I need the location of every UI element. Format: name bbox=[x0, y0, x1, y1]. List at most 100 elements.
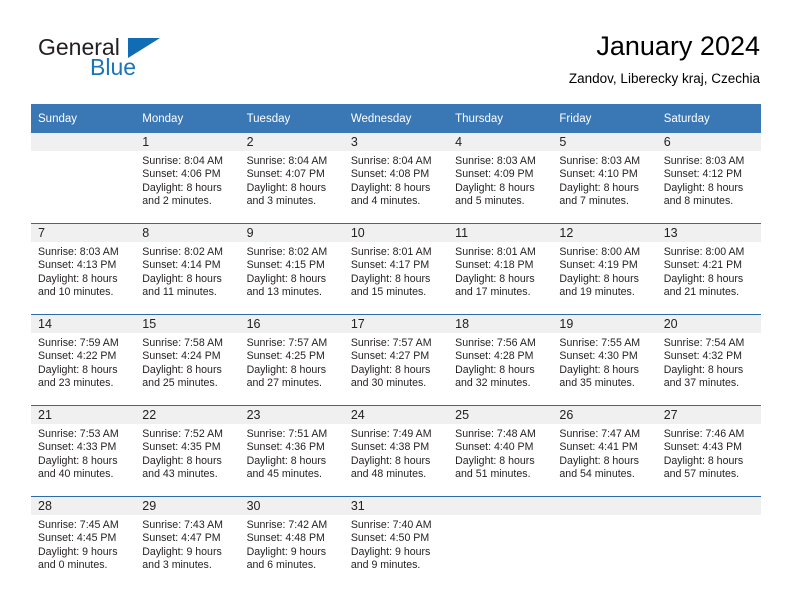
calendar-day-cell[interactable]: 2 Sunrise: 8:04 AM Sunset: 4:07 PM Daylight… bbox=[239, 133, 344, 224]
sunrise-text: Sunrise: 7:47 AM bbox=[559, 428, 641, 440]
day-number bbox=[656, 497, 761, 515]
calendar-day-cell[interactable]: 11 Sunrise: 8:01 AM Sunset: 4:18 PM Dayligh… bbox=[448, 223, 553, 315]
calendar-day-cell[interactable]: 13 Sunrise: 8:00 AM Sunset: 4:21 PM Dayligh… bbox=[656, 223, 761, 315]
day-cell-inner: 20 Sunrise: 7:54 AM Sunset: 4:32 PM Dayligh… bbox=[656, 315, 761, 405]
daylight-text-line1: Daylight: 8 hours bbox=[663, 363, 744, 376]
calendar-day-cell[interactable]: 31 Sunrise: 7:40 AM Sunset: 4:50 PM Dayligh… bbox=[343, 496, 449, 587]
day-cell-inner: 11 Sunrise: 8:01 AM Sunset: 4:18 PM Dayligh… bbox=[448, 224, 553, 314]
calendar-day-cell[interactable]: 17 Sunrise: 7:57 AM Sunset: 4:27 PM Dayligh… bbox=[343, 314, 449, 406]
calendar-day-cell[interactable]: 22 Sunrise: 7:52 AM Sunset: 4:35 PM Dayligh… bbox=[135, 405, 240, 497]
daylight-text-line2: and 37 minutes. bbox=[663, 377, 740, 390]
daylight-text-line2: and 48 minutes. bbox=[350, 468, 427, 481]
day-cell-inner: 12 Sunrise: 8:00 AM Sunset: 4:19 PM Dayligh… bbox=[552, 224, 657, 314]
day-cell-inner: 22 Sunrise: 7:52 AM Sunset: 4:35 PM Dayligh… bbox=[135, 406, 240, 496]
calendar-day-cell[interactable]: 27 Sunrise: 7:46 AM Sunset: 4:43 PM Dayligh… bbox=[656, 405, 761, 497]
daylight-text-line1: Daylight: 8 hours bbox=[38, 454, 118, 467]
day-cell-inner: 17 Sunrise: 7:57 AM Sunset: 4:27 PM Dayligh… bbox=[343, 315, 449, 405]
day-cell-inner bbox=[448, 497, 553, 587]
sunset-text: Sunset: 4:10 PM bbox=[559, 168, 638, 181]
sunset-text: Sunset: 4:07 PM bbox=[246, 168, 325, 181]
calendar-day-cell[interactable]: 8 Sunrise: 8:02 AM Sunset: 4:14 PM Daylight… bbox=[135, 223, 240, 315]
sunrise-text: Sunrise: 8:04 AM bbox=[142, 155, 223, 167]
sunset-text: Sunset: 4:25 PM bbox=[246, 350, 325, 363]
calendar-day-cell[interactable]: 3 Sunrise: 8:04 AM Sunset: 4:08 PM Daylight… bbox=[343, 133, 449, 224]
weekday-header-monday: Monday bbox=[135, 104, 240, 133]
daylight-text-line1: Daylight: 9 hours bbox=[246, 545, 327, 558]
sunrise-text: Sunrise: 7:56 AM bbox=[455, 337, 536, 349]
daylight-text-line2: and 30 minutes. bbox=[350, 377, 427, 390]
sunrise-text: Sunrise: 8:02 AM bbox=[246, 246, 328, 258]
sunrise-text: Sunrise: 8:04 AM bbox=[350, 155, 432, 167]
day-details: Sunrise: 8:03 AM Sunset: 4:09 PM Daylight:… bbox=[448, 151, 552, 209]
calendar-day-cell[interactable]: 6 Sunrise: 8:03 AM Sunset: 4:12 PM Daylight… bbox=[656, 133, 761, 224]
calendar-day-cell[interactable]: 16 Sunrise: 7:57 AM Sunset: 4:25 PM Dayligh… bbox=[239, 314, 344, 406]
daylight-text-line1: Daylight: 9 hours bbox=[38, 545, 118, 558]
daylight-text-line2: and 43 minutes. bbox=[142, 468, 218, 481]
calendar-day-cell[interactable]: 30 Sunrise: 7:42 AM Sunset: 4:48 PM Dayligh… bbox=[239, 496, 344, 587]
calendar-day-cell[interactable]: 29 Sunrise: 7:43 AM Sunset: 4:47 PM Dayligh… bbox=[135, 496, 240, 587]
sunset-text: Sunset: 4:43 PM bbox=[663, 441, 743, 454]
calendar-day-cell[interactable]: 18 Sunrise: 7:56 AM Sunset: 4:28 PM Dayligh… bbox=[448, 314, 553, 406]
day-number: 22 bbox=[135, 406, 240, 424]
daylight-text-line2: and 3 minutes. bbox=[246, 195, 317, 208]
day-number bbox=[31, 133, 136, 151]
calendar-day-cell[interactable]: 1 Sunrise: 8:04 AM Sunset: 4:06 PM Daylight… bbox=[135, 133, 240, 224]
weekday-header-thursday: Thursday bbox=[448, 104, 553, 133]
day-number: 18 bbox=[448, 315, 553, 333]
day-cell-inner: 27 Sunrise: 7:46 AM Sunset: 4:43 PM Dayligh… bbox=[656, 406, 761, 496]
day-cell-inner bbox=[552, 497, 657, 587]
calendar-day-cell[interactable]: 5 Sunrise: 8:03 AM Sunset: 4:10 PM Daylight… bbox=[552, 133, 657, 224]
calendar-day-cell[interactable]: 26 Sunrise: 7:47 AM Sunset: 4:41 PM Dayligh… bbox=[552, 405, 657, 497]
calendar-day-cell[interactable]: 15 Sunrise: 7:58 AM Sunset: 4:24 PM Dayligh… bbox=[135, 314, 240, 406]
sunset-text: Sunset: 4:08 PM bbox=[350, 168, 430, 181]
day-number: 30 bbox=[239, 497, 344, 515]
calendar-day-cell[interactable]: 10 Sunrise: 8:01 AM Sunset: 4:17 PM Dayligh… bbox=[343, 223, 449, 315]
day-number: 24 bbox=[343, 406, 449, 424]
day-cell-inner bbox=[656, 497, 761, 587]
daylight-text-line1: Daylight: 9 hours bbox=[350, 545, 431, 558]
calendar-day-cell[interactable]: 9 Sunrise: 8:02 AM Sunset: 4:15 PM Daylight… bbox=[239, 223, 344, 315]
calendar-body: 1 Sunrise: 8:04 AM Sunset: 4:06 PM Daylight… bbox=[31, 133, 761, 587]
day-details: Sunrise: 7:56 AM Sunset: 4:28 PM Daylight:… bbox=[448, 333, 552, 391]
day-cell-inner: 24 Sunrise: 7:49 AM Sunset: 4:38 PM Dayligh… bbox=[343, 406, 449, 496]
sunset-text: Sunset: 4:50 PM bbox=[350, 532, 430, 545]
sunset-text: Sunset: 4:30 PM bbox=[559, 350, 638, 363]
calendar-day-cell[interactable]: 7 Sunrise: 8:03 AM Sunset: 4:13 PM Daylight… bbox=[31, 223, 136, 315]
general-blue-logo[interactable]: General Blue bbox=[32, 34, 222, 90]
daylight-text-line1: Daylight: 8 hours bbox=[663, 454, 744, 467]
day-cell-inner bbox=[31, 133, 136, 223]
sunrise-text: Sunrise: 7:58 AM bbox=[142, 337, 223, 349]
calendar-day-cell[interactable]: 19 Sunrise: 7:55 AM Sunset: 4:30 PM Dayligh… bbox=[552, 314, 657, 406]
sunset-text: Sunset: 4:14 PM bbox=[142, 259, 221, 272]
daylight-text-line1: Daylight: 8 hours bbox=[559, 181, 639, 194]
calendar-day-cell[interactable]: 4 Sunrise: 8:03 AM Sunset: 4:09 PM Daylight… bbox=[448, 133, 553, 224]
daylight-text-line2: and 21 minutes. bbox=[663, 286, 740, 299]
weekday-header-tuesday: Tuesday bbox=[239, 104, 344, 133]
calendar-day-cell-empty bbox=[448, 496, 553, 587]
calendar-day-cell[interactable]: 24 Sunrise: 7:49 AM Sunset: 4:38 PM Dayligh… bbox=[343, 405, 449, 497]
daylight-text-line1: Daylight: 8 hours bbox=[142, 454, 222, 467]
calendar-day-cell[interactable]: 12 Sunrise: 8:00 AM Sunset: 4:19 PM Dayligh… bbox=[552, 223, 657, 315]
daylight-text-line2: and 40 minutes. bbox=[38, 468, 114, 481]
calendar-day-cell[interactable]: 20 Sunrise: 7:54 AM Sunset: 4:32 PM Dayligh… bbox=[656, 314, 761, 406]
day-details: Sunrise: 7:51 AM Sunset: 4:36 PM Daylight:… bbox=[240, 424, 344, 482]
day-details: Sunrise: 7:57 AM Sunset: 4:27 PM Daylight:… bbox=[344, 333, 448, 391]
day-details: Sunrise: 7:54 AM Sunset: 4:32 PM Daylight:… bbox=[657, 333, 761, 391]
sunset-text: Sunset: 4:27 PM bbox=[350, 350, 430, 363]
day-number: 25 bbox=[448, 406, 553, 424]
day-details: Sunrise: 8:00 AM Sunset: 4:21 PM Daylight:… bbox=[657, 242, 761, 300]
calendar-day-cell[interactable]: 25 Sunrise: 7:48 AM Sunset: 4:40 PM Dayligh… bbox=[448, 405, 553, 497]
daylight-text-line2: and 51 minutes. bbox=[455, 468, 531, 481]
sunrise-text: Sunrise: 7:57 AM bbox=[350, 337, 432, 349]
calendar-day-cell[interactable]: 23 Sunrise: 7:51 AM Sunset: 4:36 PM Dayligh… bbox=[239, 405, 344, 497]
daylight-text-line1: Daylight: 8 hours bbox=[455, 454, 535, 467]
calendar-day-cell[interactable]: 28 Sunrise: 7:45 AM Sunset: 4:45 PM Dayligh… bbox=[31, 496, 136, 587]
day-number: 21 bbox=[31, 406, 136, 424]
calendar-week-row: 14 Sunrise: 7:59 AM Sunset: 4:22 PM Dayligh… bbox=[31, 314, 761, 406]
calendar-day-cell[interactable]: 21 Sunrise: 7:53 AM Sunset: 4:33 PM Dayligh… bbox=[31, 405, 136, 497]
daylight-text-line1: Daylight: 8 hours bbox=[142, 272, 222, 285]
day-cell-inner: 13 Sunrise: 8:00 AM Sunset: 4:21 PM Dayligh… bbox=[656, 224, 761, 314]
day-details: Sunrise: 8:01 AM Sunset: 4:18 PM Daylight:… bbox=[448, 242, 552, 300]
calendar-day-cell[interactable]: 14 Sunrise: 7:59 AM Sunset: 4:22 PM Dayligh… bbox=[31, 314, 136, 406]
day-number: 15 bbox=[135, 315, 240, 333]
